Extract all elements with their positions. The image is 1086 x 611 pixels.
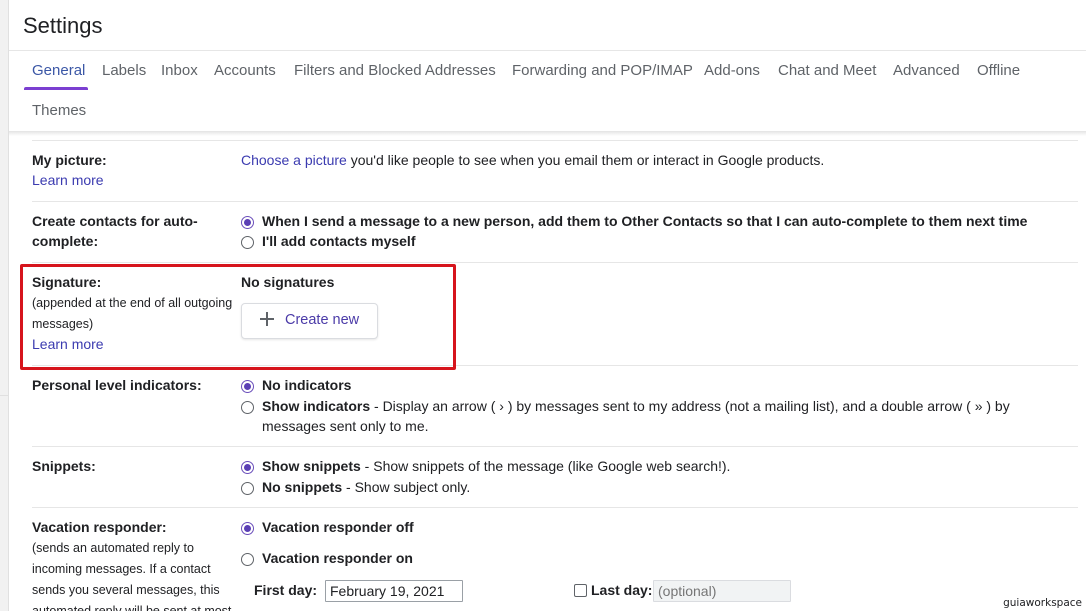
last-day-label: Last day: <box>591 582 653 598</box>
tab-advanced[interactable]: Advanced <box>893 62 960 79</box>
tab-inbox[interactable]: Inbox <box>161 62 198 79</box>
my-picture-learn-more-link[interactable]: Learn more <box>32 170 104 190</box>
contacts-auto-radio[interactable] <box>241 216 254 229</box>
tab-general[interactable]: General <box>32 62 85 79</box>
my-picture-text: you'd like people to see when you email … <box>346 152 825 168</box>
tab-forwarding[interactable]: Forwarding and POP/IMAP <box>512 62 693 79</box>
watermark: guiaworkspace <box>1003 597 1082 609</box>
vacation-sublabel-line1: (sends an automated reply to <box>32 541 194 555</box>
show-indicators-radio[interactable] <box>241 401 254 414</box>
active-tab-indicator <box>24 87 88 90</box>
last-day-checkbox[interactable] <box>574 584 587 597</box>
contacts-option-auto: When I send a message to a new person, a… <box>262 213 1028 229</box>
divider <box>9 132 1086 136</box>
choose-picture-link[interactable]: Choose a picture <box>241 152 347 168</box>
first-day-label: First day: <box>254 582 318 598</box>
contacts-option-manual: I'll add contacts myself <box>262 233 416 249</box>
no-indicators-radio[interactable] <box>241 380 254 393</box>
row-divider <box>32 201 1078 202</box>
tab-filters[interactable]: Filters and Blocked Addresses <box>294 62 496 79</box>
snippets-label: Snippets: <box>32 458 96 474</box>
show-snippets-option: Show snippets - Show snippets of the mes… <box>262 458 731 474</box>
page-title: Settings <box>23 13 103 38</box>
tab-add-ons[interactable]: Add-ons <box>704 62 760 79</box>
first-day-input[interactable] <box>325 580 463 602</box>
show-indicators-option-line2: messages sent only to me. <box>262 418 429 434</box>
no-indicators-option: No indicators <box>262 377 352 393</box>
settings-tabs: General Labels Inbox Accounts Filters an… <box>9 52 1086 134</box>
vacation-sublabel-line4: automated reply will be sent at most <box>32 604 232 611</box>
row-divider <box>32 446 1078 447</box>
vacation-off-radio[interactable] <box>241 522 254 535</box>
show-snippets-radio[interactable] <box>241 461 254 474</box>
settings-panel: Settings General Labels Inbox Accounts F… <box>8 0 1086 611</box>
row-divider <box>32 262 1078 263</box>
tab-labels[interactable]: Labels <box>102 62 146 79</box>
row-divider <box>32 507 1078 508</box>
vacation-off-option: Vacation responder off <box>262 519 414 535</box>
indicators-label: Personal level indicators: <box>32 377 202 393</box>
contacts-label-line1: Create contacts for auto- <box>32 213 198 229</box>
signature-highlight-box <box>20 264 456 370</box>
contacts-manual-radio[interactable] <box>241 236 254 249</box>
no-snippets-radio[interactable] <box>241 482 254 495</box>
tab-accounts[interactable]: Accounts <box>214 62 276 79</box>
my-picture-label: My picture: <box>32 152 107 168</box>
vacation-on-option: Vacation responder on <box>262 550 413 566</box>
divider <box>0 395 8 396</box>
vacation-on-radio[interactable] <box>241 553 254 566</box>
vacation-sublabel-line2: incoming messages. If a contact <box>32 562 211 576</box>
divider <box>9 50 1086 51</box>
row-divider <box>32 140 1078 141</box>
no-snippets-option: No snippets - Show subject only. <box>262 479 471 495</box>
my-picture-description: Choose a picture you'd like people to se… <box>241 150 824 170</box>
tab-themes[interactable]: Themes <box>32 102 86 119</box>
tab-chat-and-meet[interactable]: Chat and Meet <box>778 62 876 79</box>
contacts-label-line2: complete: <box>32 233 99 249</box>
vacation-label: Vacation responder: <box>32 519 167 535</box>
last-day-input[interactable] <box>653 580 791 602</box>
show-indicators-option: Show indicators - Display an arrow ( › )… <box>262 398 1010 414</box>
vacation-sublabel-line3: sends you several messages, this <box>32 583 220 597</box>
tab-offline[interactable]: Offline <box>977 62 1020 79</box>
